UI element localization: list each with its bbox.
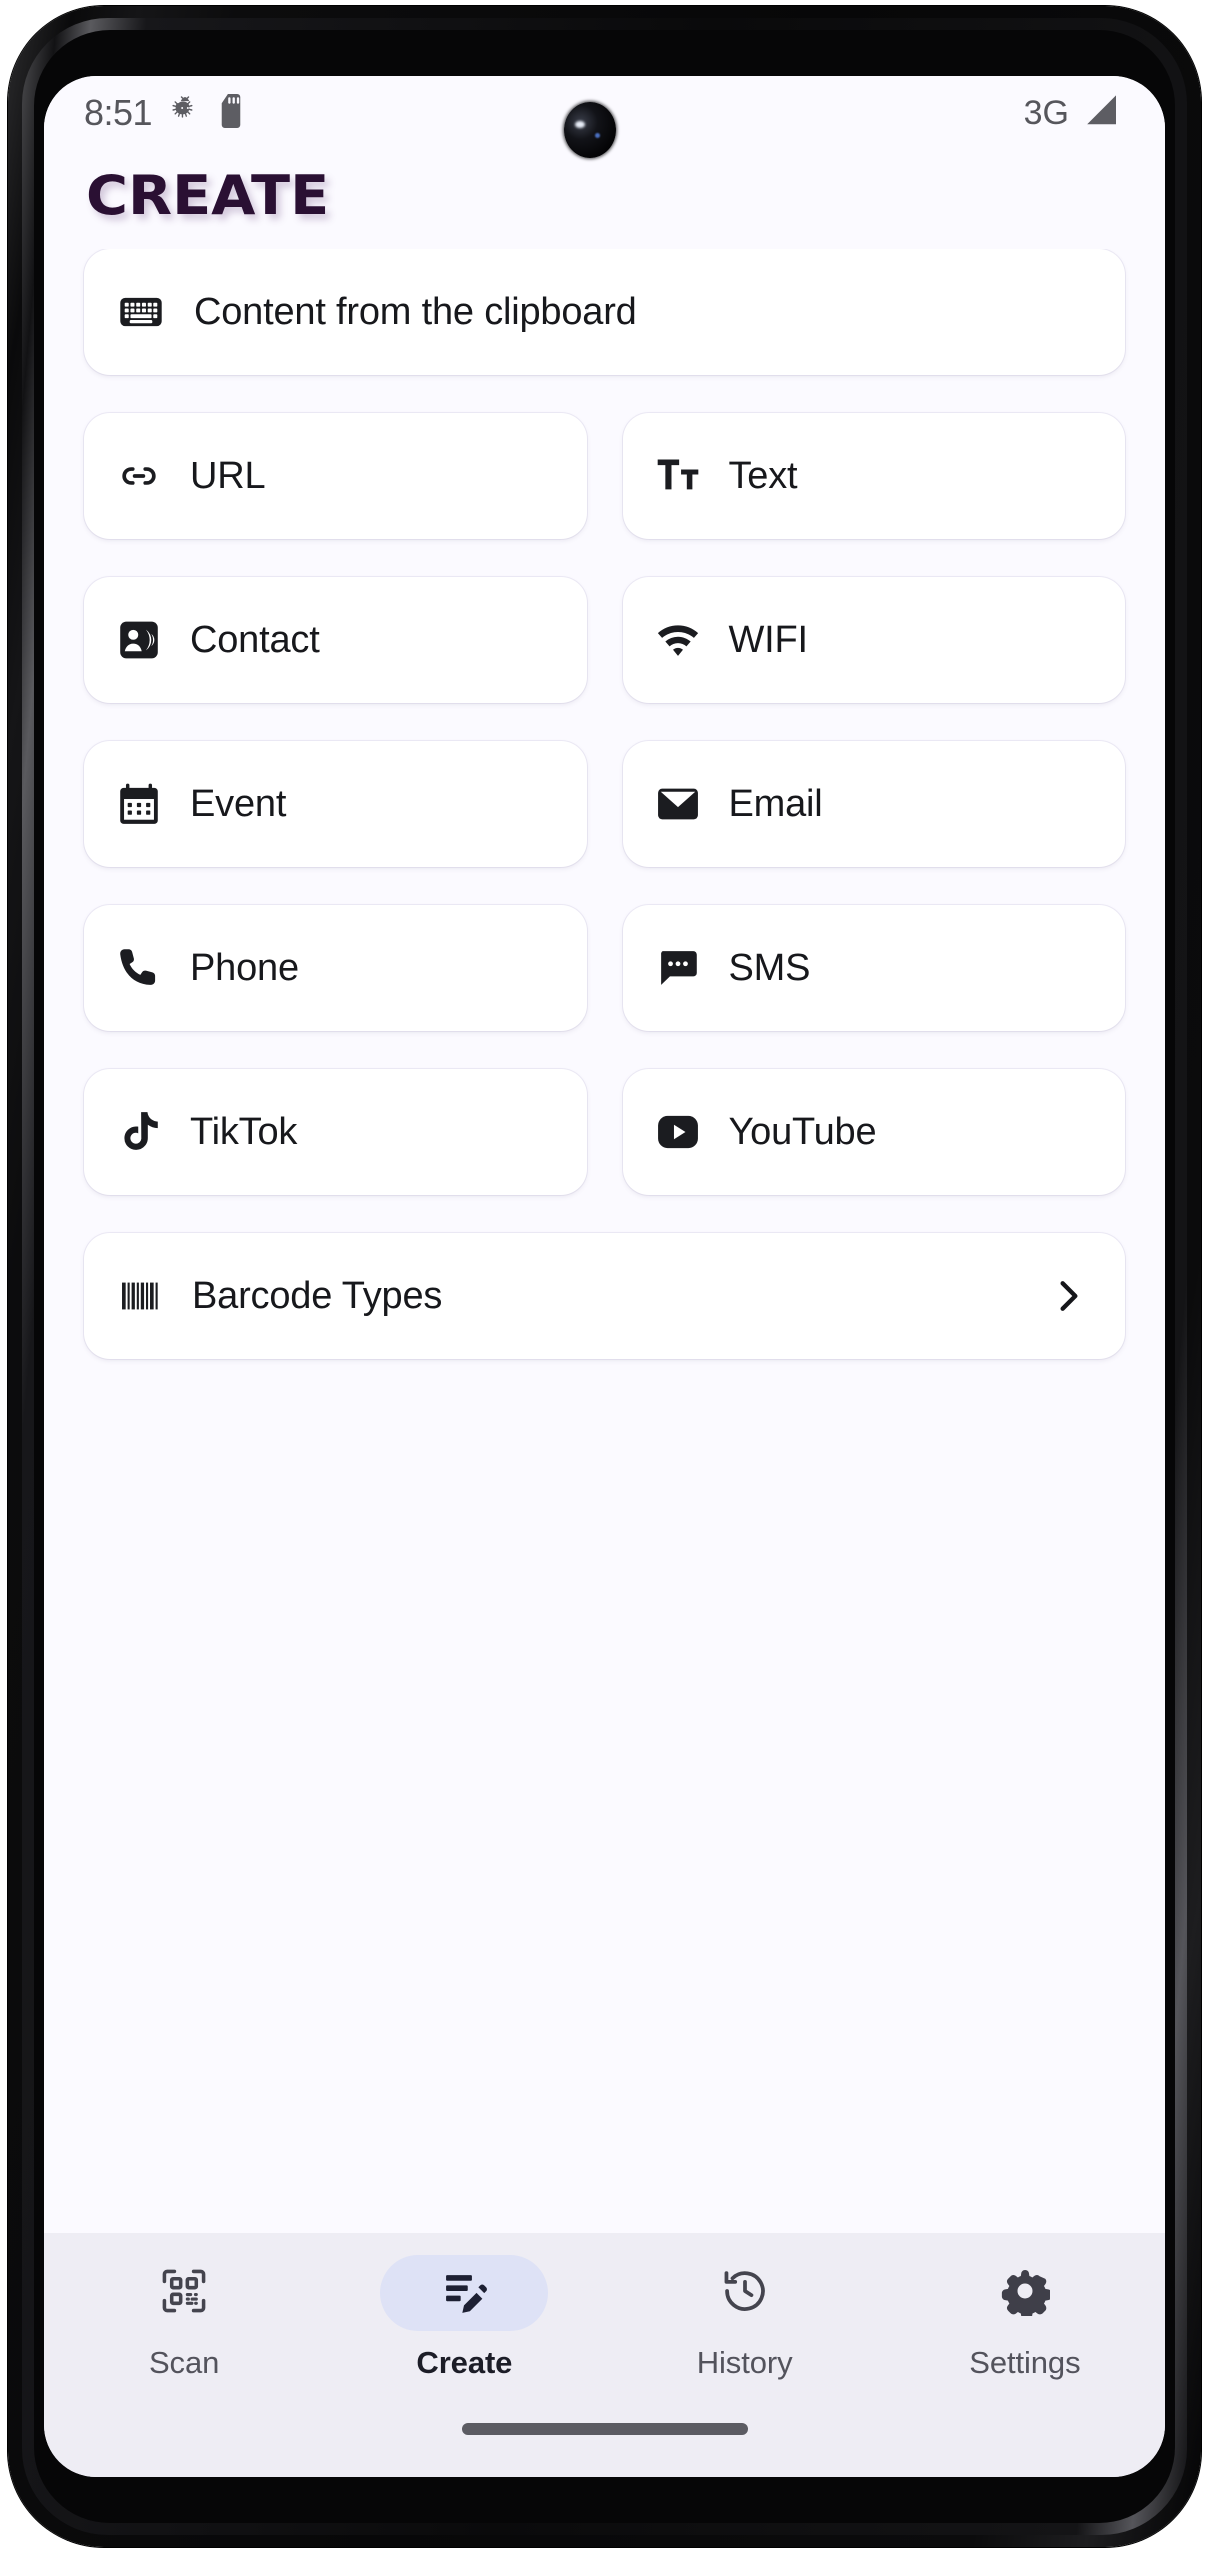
clipboard-card[interactable]: Content from the clipboard — [84, 249, 1125, 375]
create-option-label: Email — [728, 782, 823, 825]
android-bug-icon — [168, 94, 202, 133]
barcode-types-label: Barcode Types — [192, 1274, 443, 1317]
main-content: Content from the clipboard URL Text Cont… — [44, 249, 1165, 2233]
create-option-label: Contact — [190, 618, 320, 661]
grid-row: Phone SMS — [84, 905, 1125, 1031]
link-icon — [116, 453, 162, 499]
keyboard-icon — [118, 289, 164, 335]
create-option-email[interactable]: Email — [622, 741, 1125, 867]
create-option-label: YouTube — [728, 1110, 877, 1153]
page-title: CREATE — [86, 164, 330, 227]
create-option-label: URL — [190, 454, 266, 497]
status-bar-right: 3G — [1024, 93, 1121, 134]
create-option-phone[interactable]: Phone — [84, 905, 587, 1031]
tiktok-icon — [116, 1109, 162, 1155]
signal-bars-icon — [1081, 93, 1121, 134]
grid-row: Event Email — [84, 741, 1125, 867]
create-option-label: WIFI — [728, 618, 809, 661]
calendar-icon — [116, 781, 162, 827]
create-option-label: Event — [190, 782, 287, 825]
bottom-navigation-bar: Scan Create History Settings — [44, 2233, 1165, 2381]
network-type-label: 3G — [1023, 93, 1069, 132]
create-option-contact[interactable]: Contact — [84, 577, 587, 703]
front-camera-punch-hole — [564, 102, 616, 158]
contact-card-icon — [116, 617, 162, 663]
history-clock-icon — [720, 2266, 770, 2321]
nav-tab-settings[interactable]: Settings — [885, 2255, 1165, 2381]
nav-pill-history — [661, 2255, 829, 2331]
wifi-icon — [655, 617, 701, 663]
phone-screen: 8:51 3G CREATE Content from the clipboar… — [44, 76, 1165, 2477]
grid-row: Contact WIFI — [84, 577, 1125, 703]
youtube-icon — [655, 1109, 701, 1155]
nav-tab-scan[interactable]: Scan — [44, 2255, 324, 2381]
nav-pill-scan — [100, 2255, 268, 2331]
nav-pill-settings — [941, 2255, 1109, 2331]
clipboard-label: Content from the clipboard — [194, 290, 637, 333]
nav-label-scan: Scan — [148, 2345, 220, 2380]
create-option-youtube[interactable]: YouTube — [622, 1069, 1125, 1195]
grid-row: TikTok YouTube — [84, 1069, 1125, 1195]
create-option-label: TikTok — [190, 1110, 298, 1153]
create-option-label: Text — [728, 454, 798, 497]
nav-tab-history[interactable]: History — [605, 2255, 885, 2381]
phone-icon — [116, 945, 162, 991]
nav-label-history: History — [696, 2345, 793, 2380]
create-option-event[interactable]: Event — [84, 741, 587, 867]
barcode-types-row[interactable]: Barcode Types — [84, 1233, 1125, 1359]
nav-pill-create — [380, 2255, 549, 2331]
phone-frame: 8:51 3G CREATE Content from the clipboar… — [8, 6, 1201, 2547]
create-edit-icon — [439, 2266, 489, 2321]
gear-icon — [1000, 2266, 1052, 2321]
sms-bubble-icon — [655, 945, 701, 991]
nav-label-settings: Settings — [969, 2345, 1081, 2380]
status-bar-left: 8:51 — [84, 92, 244, 134]
create-option-text[interactable]: Text — [622, 413, 1125, 539]
qr-scan-icon — [159, 2266, 209, 2321]
grid-row: URL Text — [84, 413, 1125, 539]
create-option-label: SMS — [728, 946, 811, 989]
sd-card-icon — [218, 93, 244, 133]
create-option-tiktok[interactable]: TikTok — [84, 1069, 587, 1195]
create-option-sms[interactable]: SMS — [622, 905, 1125, 1031]
chevron-right-icon[interactable] — [1045, 1273, 1091, 1319]
create-option-wifi[interactable]: WIFI — [622, 577, 1125, 703]
app-header: CREATE — [44, 150, 1165, 249]
barcode-icon — [118, 1273, 164, 1319]
text-format-icon — [655, 453, 701, 499]
nav-label-create: Create — [416, 2345, 513, 2380]
gesture-bar-area — [44, 2381, 1165, 2477]
nav-tab-create[interactable]: Create — [324, 2255, 604, 2381]
status-time: 8:51 — [84, 92, 153, 133]
create-option-url[interactable]: URL — [84, 413, 587, 539]
create-option-label: Phone — [190, 946, 299, 989]
home-gesture-bar[interactable] — [461, 2423, 748, 2435]
envelope-icon — [655, 781, 701, 827]
